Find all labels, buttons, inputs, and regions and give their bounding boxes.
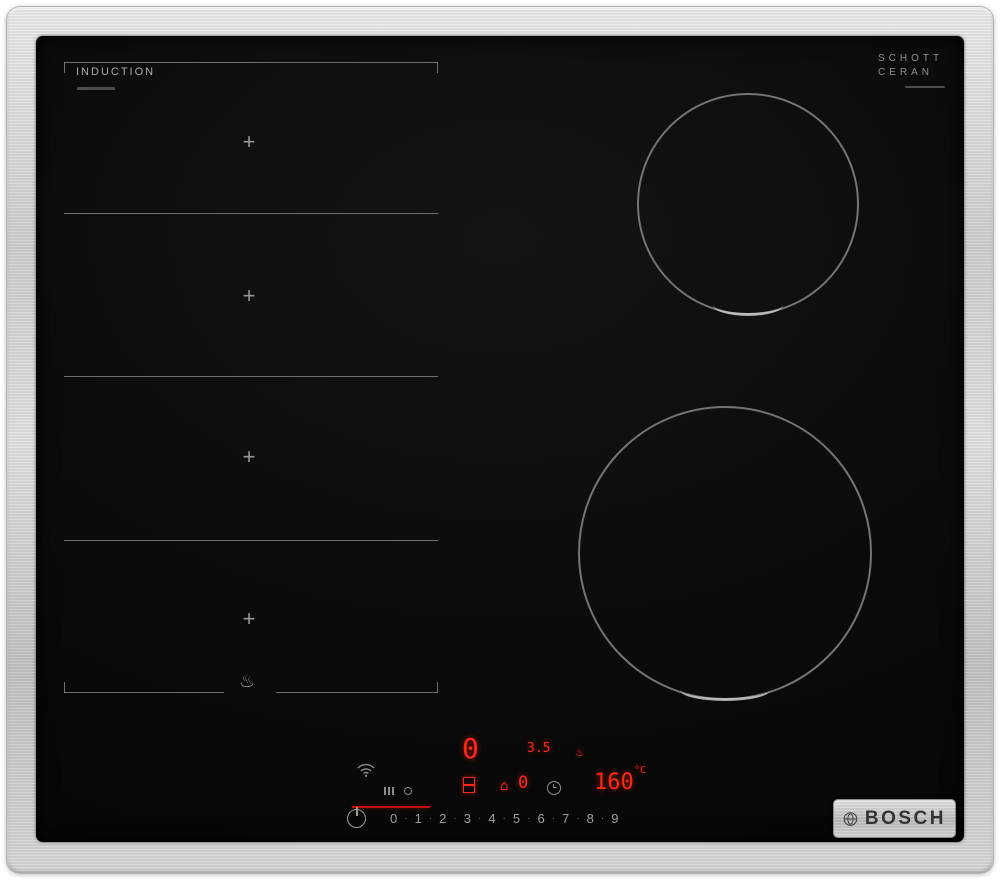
pan-steam-icon: ♨	[239, 672, 255, 690]
flexzone-divider-3	[64, 540, 438, 541]
power-level-key[interactable]: 6	[537, 811, 544, 826]
level-separator: ·	[576, 814, 579, 824]
bosch-emblem-icon	[843, 806, 858, 832]
center-zone-power-display: 0	[518, 775, 528, 792]
boost-key[interactable]	[404, 782, 412, 800]
fry-sensor-icon: ♨	[576, 746, 584, 759]
flexzone-cross-4: +	[238, 609, 260, 629]
level-separator: ·	[478, 814, 481, 824]
flexzone-bottom-line-left	[64, 692, 224, 693]
schott-fineprint	[905, 86, 945, 88]
power-level-key[interactable]: 4	[488, 811, 495, 826]
power-level-key[interactable]: 8	[587, 811, 594, 826]
level-separator: ·	[453, 814, 456, 824]
bosch-logo-text: BOSCH	[865, 808, 946, 830]
power-level-key[interactable]: 7	[562, 811, 569, 826]
power-level-key[interactable]: 2	[439, 811, 446, 826]
cooking-zone-top	[637, 93, 859, 315]
temperature-unit: °C	[634, 766, 646, 776]
flexzone-bottom-line-right	[276, 692, 438, 693]
model-fineprint	[77, 87, 115, 90]
induction-hob: INDUCTION SCHOTT CERAN ♨ + + + +	[0, 0, 1000, 880]
timer-key[interactable]	[547, 781, 561, 795]
power-level-key[interactable]: 3	[464, 811, 471, 826]
flexzone-top-left-tick	[64, 62, 65, 73]
flexzone-divider-2	[64, 376, 438, 377]
power-icon	[356, 807, 358, 816]
flexzone-cross-3: +	[238, 447, 260, 467]
flexzone-indicator-icon	[463, 777, 475, 793]
wifi-icon	[356, 762, 376, 778]
schott-ceran-logo: SCHOTT CERAN	[878, 52, 954, 80]
power-level-key[interactable]: 1	[415, 811, 422, 826]
temperature-display: 160	[594, 772, 634, 794]
keep-warm-key[interactable]	[384, 782, 396, 800]
power-level-key[interactable]: 9	[611, 811, 618, 826]
home-icon: ⌂	[500, 779, 508, 793]
schott-line1: SCHOTT	[878, 52, 954, 66]
flexzone-top-line	[64, 62, 438, 63]
accent-underline	[352, 806, 430, 808]
bosch-badge: BOSCH	[833, 799, 956, 838]
level-separator: ·	[404, 814, 407, 824]
flexzone-bottom-right-tick	[437, 682, 438, 693]
schott-line2: CERAN	[878, 66, 954, 80]
boost-icon	[404, 787, 412, 795]
flexzone-cross-1: +	[238, 132, 260, 152]
power-key[interactable]	[347, 809, 366, 828]
control-panel: 0 · 1 · 2 · 3 · 4 · 5 · 6 · 7 · 8 · 9 0 3.5 ⌂ 0 ♨ 160 °C	[340, 730, 670, 840]
level-separator: ·	[527, 814, 530, 824]
level-separator: ·	[429, 814, 432, 824]
flexzone-cross-2: +	[238, 286, 260, 306]
boost-value-display: 3.5	[527, 742, 550, 755]
cooking-zone-bottom	[578, 406, 872, 700]
left-zone-power-display: 0	[462, 735, 479, 763]
power-level-key[interactable]: 0	[390, 811, 397, 826]
flexzone-top-right-tick	[437, 62, 438, 73]
power-level-selector[interactable]: 0 · 1 · 2 · 3 · 4 · 5 · 6 · 7 · 8 · 9	[390, 811, 618, 826]
induction-label: INDUCTION	[76, 66, 155, 78]
level-separator: ·	[503, 814, 506, 824]
level-separator: ·	[552, 814, 555, 824]
power-level-key[interactable]: 5	[513, 811, 520, 826]
flexzone-bottom-left-tick	[64, 682, 65, 693]
flexzone-divider-1	[64, 213, 438, 214]
level-separator: ·	[601, 814, 604, 824]
